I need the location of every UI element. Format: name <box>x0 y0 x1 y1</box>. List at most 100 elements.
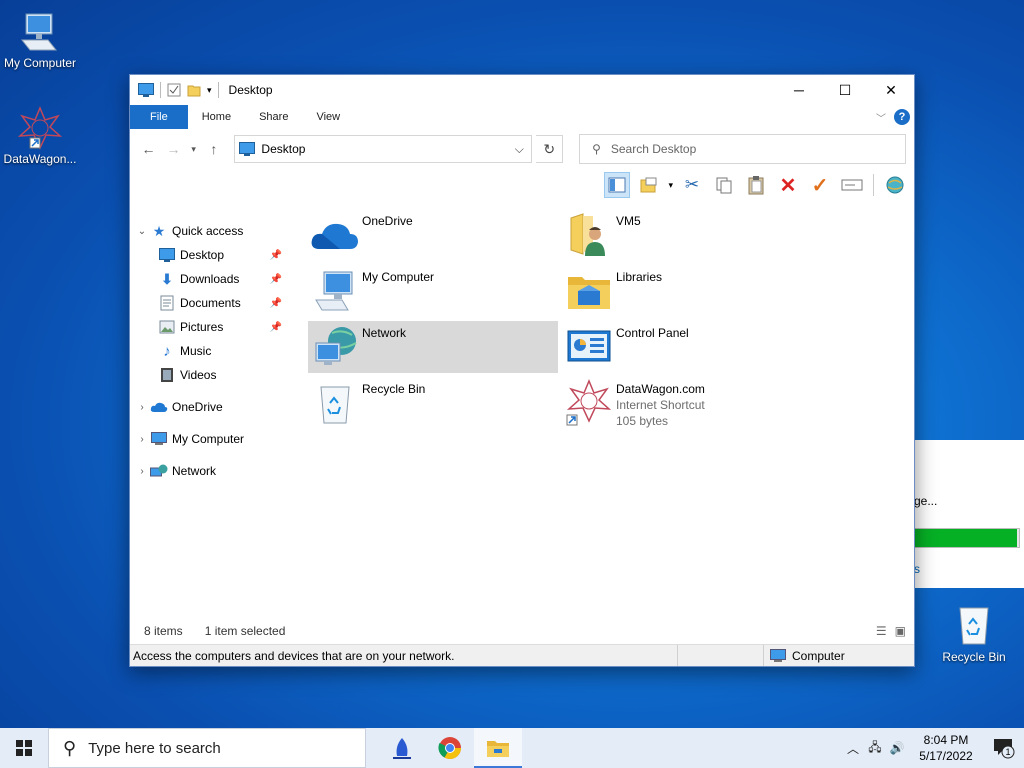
tab-view[interactable]: View <box>302 105 354 129</box>
nav-item-downloads[interactable]: ⬇ Downloads 📌 <box>130 267 292 291</box>
forward-button[interactable]: → <box>163 141 184 157</box>
windows-logo-icon <box>16 740 32 756</box>
web-button[interactable] <box>882 172 908 198</box>
list-item-onedrive[interactable]: OneDrive <box>308 209 558 261</box>
taskbar-app-chrome[interactable] <box>426 728 474 768</box>
monitor-icon <box>20 13 58 51</box>
maximize-button[interactable]: ☐ <box>822 75 868 105</box>
tab-home[interactable]: Home <box>188 105 245 129</box>
command-toolbar: ▾ ✂ ✕ ✓ <box>130 169 914 201</box>
window-title: Desktop <box>228 83 273 97</box>
change-view-button[interactable] <box>636 172 662 198</box>
volume-icon[interactable]: 🔊 <box>886 741 908 755</box>
back-button[interactable]: ← <box>138 141 159 157</box>
list-item-recycle-bin[interactable]: Recycle Bin <box>308 377 558 429</box>
list-item-datawagon[interactable]: DataWagon.com Internet Shortcut 105 byte… <box>562 377 812 433</box>
expand-chevron-icon[interactable]: › <box>134 402 150 413</box>
desktop-icon-recycle-bin[interactable]: Recycle Bin <box>934 600 1014 664</box>
help-icon[interactable]: ? <box>894 109 910 125</box>
up-button[interactable]: ↑ <box>203 141 224 157</box>
item-name: VM5 <box>616 214 641 228</box>
nav-item-documents[interactable]: Documents 📌 <box>130 291 292 315</box>
customize-qat-icon[interactable]: ▾ <box>207 85 212 96</box>
clock[interactable]: 8:04 PM 5/17/2022 <box>908 732 984 764</box>
search-placeholder: Search Desktop <box>610 142 697 156</box>
libraries-folder-icon <box>568 277 610 309</box>
address-dropdown-icon[interactable]: ⌵ <box>507 142 531 157</box>
desktop-icon-label: Recycle Bin <box>942 650 1006 664</box>
scissors-icon: ✂ <box>684 175 700 194</box>
properties-icon[interactable] <box>167 83 181 97</box>
item-name: Network <box>362 326 407 340</box>
details-view-icon[interactable]: ☰ <box>876 624 887 638</box>
expand-ribbon-icon[interactable]: ﹀ <box>876 110 886 125</box>
desktop-icon-my-computer[interactable]: My Computer <box>0 10 80 70</box>
ribbon-tabs: File Home Share View ﹀ ? <box>130 105 914 129</box>
rename-button[interactable] <box>839 172 865 198</box>
new-folder-icon[interactable] <box>187 83 201 97</box>
expand-chevron-icon[interactable]: › <box>134 466 150 477</box>
monitor-icon <box>150 431 168 447</box>
notification-center-button[interactable]: 1 <box>984 737 1024 759</box>
refresh-button[interactable]: ↻ <box>536 135 564 163</box>
close-button[interactable]: ✕ <box>868 75 914 105</box>
collapse-chevron-icon[interactable]: ⌄ <box>134 226 150 237</box>
nav-label: Quick access <box>172 224 244 238</box>
computer-icon <box>770 648 786 662</box>
network-status-icon[interactable]: 🖧 <box>864 738 886 759</box>
preview-pane-button[interactable] <box>604 172 631 198</box>
nav-network[interactable]: › Network <box>130 459 292 483</box>
info-bar: Access the computers and devices that ar… <box>130 644 914 666</box>
onedrive-cloud-icon <box>311 223 358 249</box>
items-view: OneDrive VM5 My Computer Libraries Netwo… <box>304 203 914 620</box>
nav-item-videos[interactable]: Videos <box>130 363 292 387</box>
start-button[interactable] <box>0 728 48 768</box>
nav-quick-access[interactable]: ⌄ ★ Quick access <box>130 219 292 243</box>
tab-share[interactable]: Share <box>245 105 302 129</box>
taskbar-app-file-explorer[interactable] <box>474 728 522 768</box>
nav-my-computer[interactable]: › My Computer <box>130 427 292 451</box>
delete-button[interactable]: ✕ <box>775 172 801 198</box>
nav-item-music[interactable]: ♪ Music <box>130 339 292 363</box>
item-name: Libraries <box>616 270 663 284</box>
nav-item-desktop[interactable]: Desktop 📌 <box>130 243 292 267</box>
large-icons-view-icon[interactable]: ▣ <box>895 624 906 638</box>
minimize-button[interactable]: ─ <box>776 75 822 105</box>
tab-file[interactable]: File <box>130 105 188 129</box>
status-bar: 8 items 1 item selected ☰ ▣ <box>130 620 914 642</box>
onedrive-cloud-icon <box>150 399 168 415</box>
list-item-network[interactable]: Network <box>308 321 558 373</box>
desktop-icon-label: My Computer <box>3 56 77 70</box>
paste-button[interactable] <box>743 172 769 198</box>
notification-count: 1 <box>1005 747 1011 757</box>
item-name: DataWagon.com <box>616 382 705 396</box>
search-input[interactable]: ⚲ Search Desktop <box>579 134 906 164</box>
desktop-icon-datawagon[interactable]: DataWagon... <box>0 106 80 166</box>
nav-label: Desktop <box>180 248 225 262</box>
item-name: OneDrive <box>362 214 413 228</box>
properties-button[interactable]: ✓ <box>807 172 833 198</box>
address-bar[interactable]: Desktop ⌵ <box>234 135 533 163</box>
datawagon-shortcut-icon <box>17 106 63 150</box>
cut-button[interactable]: ✂ <box>679 172 705 198</box>
list-item-control-panel[interactable]: Control Panel <box>562 321 812 373</box>
pin-icon: 📌 <box>269 273 282 285</box>
taskbar-app-bird[interactable] <box>378 728 426 768</box>
list-item-libraries[interactable]: Libraries <box>562 265 812 317</box>
nav-item-pictures[interactable]: Pictures 📌 <box>130 315 292 339</box>
star-icon: ★ <box>152 222 166 239</box>
background-dialog: ge... s <box>900 440 1024 588</box>
expand-chevron-icon[interactable]: › <box>134 434 150 445</box>
nav-onedrive[interactable]: › OneDrive <box>130 395 292 419</box>
title-bar[interactable]: ▾ Desktop ─ ☐ ✕ <box>130 75 914 105</box>
list-item-my-computer[interactable]: My Computer <box>308 265 558 317</box>
pin-icon: 📌 <box>269 297 282 309</box>
film-icon <box>158 367 176 383</box>
recent-locations-icon[interactable]: ▾ <box>188 144 199 155</box>
taskbar-search-input[interactable]: ⚲ Type here to search <box>48 728 366 768</box>
window-icon <box>138 83 154 97</box>
view-dropdown-icon[interactable]: ▾ <box>668 180 673 191</box>
list-item-vm5[interactable]: VM5 <box>562 209 812 261</box>
copy-button[interactable] <box>711 172 737 198</box>
show-hidden-icons-chevron-icon[interactable]: ︿ <box>842 740 864 757</box>
